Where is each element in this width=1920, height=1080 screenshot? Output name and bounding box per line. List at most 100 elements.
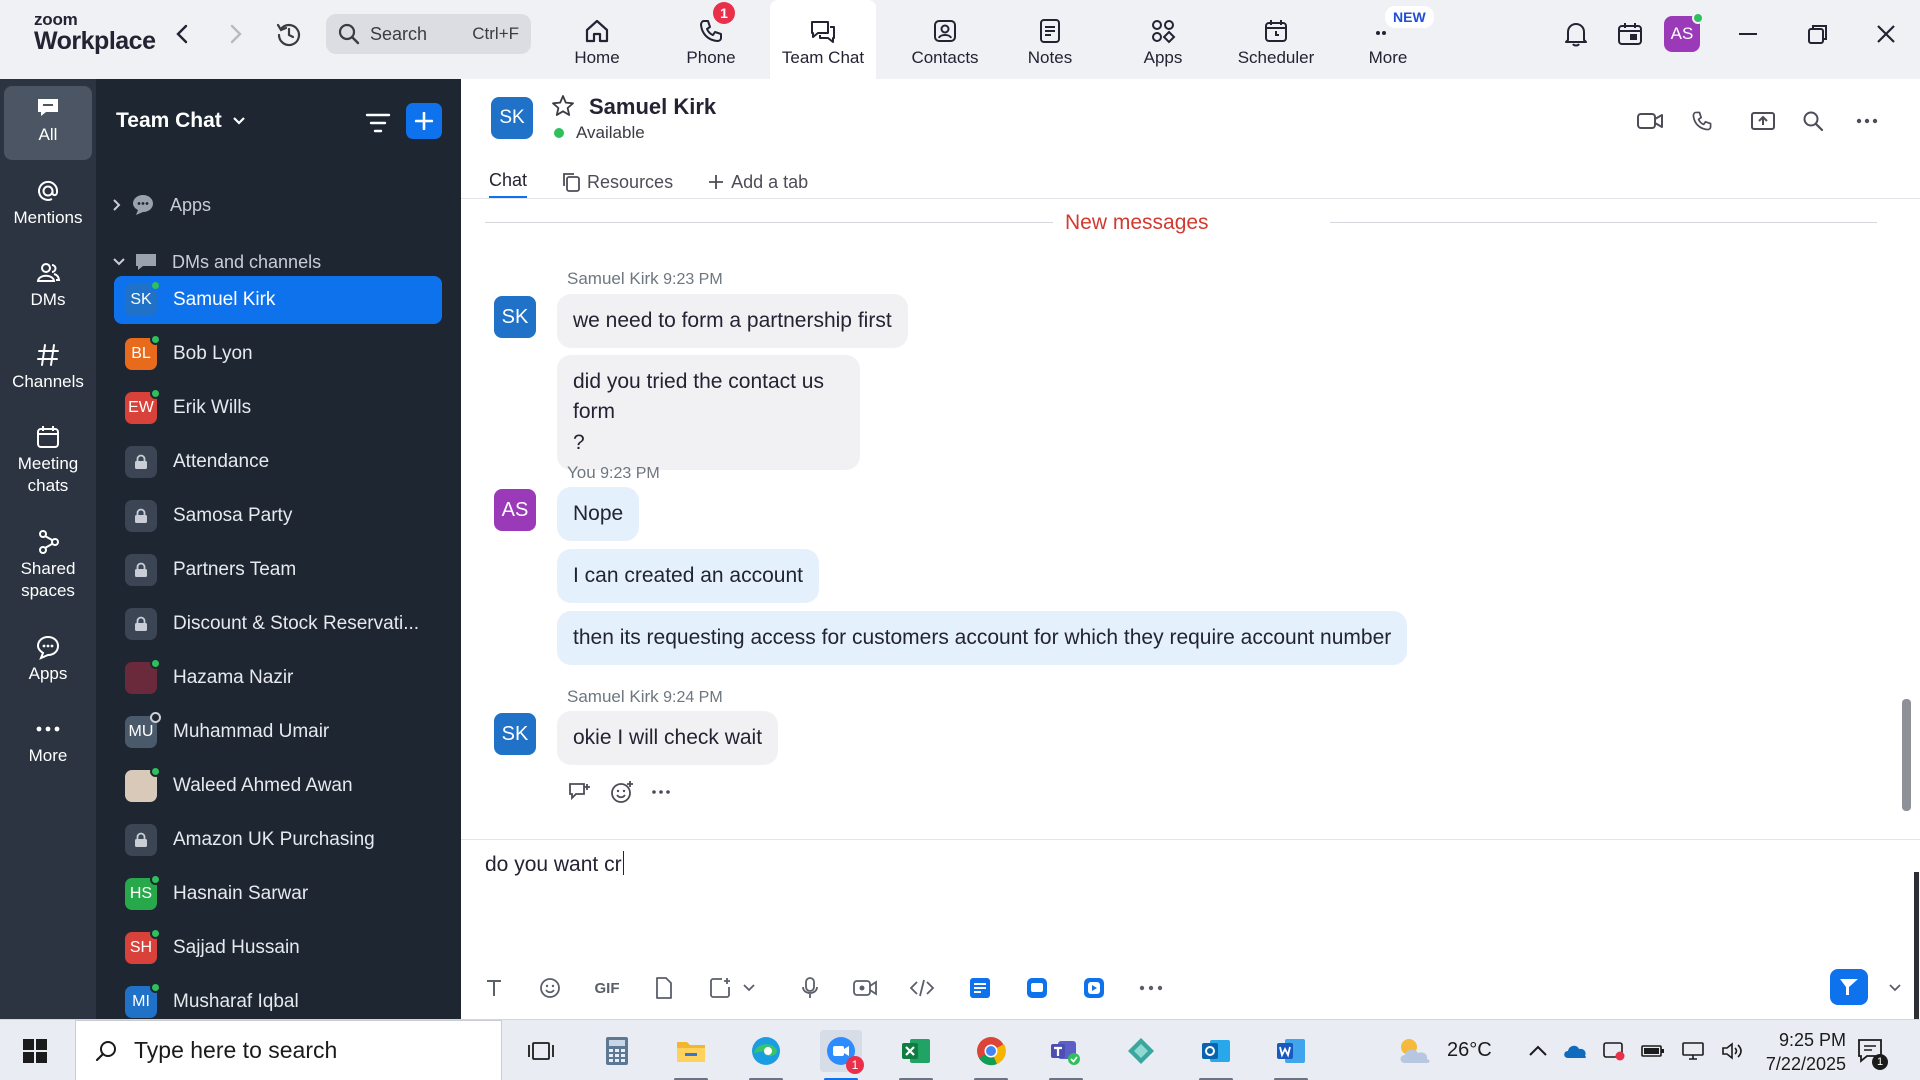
minimize-icon[interactable] xyxy=(1732,18,1764,50)
video-message-icon[interactable] xyxy=(849,972,881,1004)
add-chat-button[interactable] xyxy=(406,103,442,139)
sidebar-item-erik-wills[interactable]: EW Erik Wills xyxy=(114,384,442,432)
emoji-icon[interactable] xyxy=(534,972,566,1004)
screen-record-icon[interactable] xyxy=(1602,1040,1626,1062)
zoom-app-icon[interactable]: 1 xyxy=(820,1030,864,1080)
reply-icon[interactable] xyxy=(567,780,593,804)
screenshot-icon[interactable] xyxy=(704,972,736,1004)
message-bubble[interactable]: okie I will check wait xyxy=(557,711,779,766)
task-view-icon[interactable] xyxy=(520,1030,562,1072)
rail-item-meeting-chats[interactable]: Meeting chats xyxy=(4,421,92,497)
network-icon[interactable] xyxy=(1680,1041,1706,1061)
sidebar-item-attendance[interactable]: Attendance xyxy=(114,438,442,486)
section-apps[interactable]: Apps xyxy=(112,190,211,220)
sidebar-item-bob-lyon[interactable]: BL Bob Lyon xyxy=(114,330,442,378)
rail-item-apps[interactable]: Apps xyxy=(4,631,92,685)
windows-start-icon[interactable] xyxy=(14,1030,56,1072)
sidebar-item-samosa-party[interactable]: Samosa Party xyxy=(114,492,442,540)
tab-notes[interactable]: Notes xyxy=(1020,0,1080,79)
sidebar-item-amazon-uk-purchasing[interactable]: Amazon UK Purchasing xyxy=(114,816,442,864)
notification-center-icon[interactable]: 1 xyxy=(1850,1030,1892,1072)
chevron-up-icon[interactable] xyxy=(1528,1045,1548,1057)
message-bubble[interactable]: Nope xyxy=(557,487,640,542)
text-format-icon[interactable] xyxy=(478,972,510,1004)
forward-arrow-icon[interactable] xyxy=(220,18,252,50)
tab-add-a-tab[interactable]: Add a tab xyxy=(707,165,808,199)
restore-icon[interactable] xyxy=(1802,18,1834,50)
composer-scrollbar[interactable] xyxy=(1914,872,1919,1019)
file-icon[interactable] xyxy=(648,972,680,1004)
share-screen-icon[interactable] xyxy=(1747,105,1779,137)
rail-item-shared-spaces[interactable]: Shared spaces xyxy=(4,526,92,602)
code-snippet-icon[interactable] xyxy=(906,972,938,1004)
more-actions-icon[interactable] xyxy=(651,789,671,795)
bell-icon[interactable] xyxy=(1560,18,1592,50)
tab-apps[interactable]: Apps xyxy=(1138,0,1188,79)
chevron-down-icon[interactable] xyxy=(733,972,765,1004)
user-avatar[interactable]: AS xyxy=(1664,12,1704,52)
tab-scheduler[interactable]: Scheduler xyxy=(1232,0,1320,79)
notes-app-icon[interactable] xyxy=(964,972,996,1004)
global-search[interactable]: Search Ctrl+F xyxy=(326,14,531,54)
calculator-icon[interactable] xyxy=(596,1030,638,1072)
onedrive-icon[interactable] xyxy=(1562,1042,1588,1060)
sidebar-item-muhammad-umair[interactable]: MU Muhammad Umair xyxy=(114,708,442,756)
tab-contacts[interactable]: Contacts xyxy=(895,0,995,79)
close-icon[interactable] xyxy=(1870,18,1902,50)
sidebar-item-discount-stock-reservati[interactable]: Discount & Stock Reservati... xyxy=(114,600,442,648)
contact-avatar[interactable]: SK xyxy=(491,97,533,139)
rail-item-mentions[interactable]: Mentions xyxy=(4,175,92,229)
outlook-icon[interactable] xyxy=(1195,1030,1237,1080)
sidebar-item-sajjad-hussain[interactable]: SH Sajjad Hussain xyxy=(114,924,442,972)
excel-icon[interactable] xyxy=(895,1030,937,1080)
weather-widget[interactable]: 26°C xyxy=(1395,1020,1492,1080)
message-bubble[interactable]: then its requesting access for customers… xyxy=(557,611,1408,666)
message-bubble[interactable]: we need to form a partnership first xyxy=(557,294,908,349)
rail-item-more[interactable]: More xyxy=(4,713,92,767)
teams-icon[interactable] xyxy=(1045,1030,1087,1080)
sidebar-item-hazama-nazir[interactable]: Hazama Nazir xyxy=(114,654,442,702)
sidebar-item-waleed-ahmed-awan[interactable]: Waleed Ahmed Awan xyxy=(114,762,442,810)
sidebar-title[interactable]: Team Chat xyxy=(116,109,246,133)
tab-team-chat[interactable]: Team Chat xyxy=(770,0,876,79)
phone-call-icon[interactable] xyxy=(1686,105,1718,137)
filter-icon[interactable] xyxy=(362,107,394,139)
sender-avatar[interactable]: SK xyxy=(494,296,536,338)
edge-browser-icon[interactable] xyxy=(745,1030,787,1080)
send-button[interactable] xyxy=(1830,969,1868,1005)
gif-icon[interactable]: GIF xyxy=(591,972,623,1004)
tab-resources[interactable]: Resources xyxy=(561,165,673,199)
star-icon[interactable] xyxy=(551,94,575,123)
battery-icon[interactable] xyxy=(1640,1043,1666,1059)
message-scrollbar[interactable] xyxy=(1902,699,1911,811)
message-bubble[interactable]: did you tried the contact us form ? xyxy=(557,355,860,471)
calendar-icon[interactable] xyxy=(1614,18,1646,50)
word-icon[interactable] xyxy=(1270,1030,1312,1080)
taskbar-search[interactable]: Type here to search xyxy=(75,1020,502,1080)
sidebar-item-samuel-kirk[interactable]: SK Samuel Kirk xyxy=(114,276,442,324)
vpn-app-icon[interactable] xyxy=(1120,1030,1162,1072)
file-explorer-icon[interactable] xyxy=(670,1030,712,1080)
rail-item-channels[interactable]: Channels xyxy=(4,339,92,393)
contact-name[interactable]: Samuel Kirk xyxy=(589,94,716,120)
message-composer[interactable]: do you want cr xyxy=(485,851,624,877)
section-dms-and-channels[interactable]: DMs and channels xyxy=(112,247,321,277)
emoji-reaction-icon[interactable] xyxy=(609,779,635,805)
message-bubble[interactable]: I can created an account xyxy=(557,549,819,604)
tab-phone[interactable]: 1 Phone xyxy=(672,0,750,79)
rail-item-all[interactable]: All xyxy=(4,86,92,160)
whiteboard-app-icon[interactable] xyxy=(1021,972,1053,1004)
more-options-icon[interactable] xyxy=(1851,105,1883,137)
chrome-icon[interactable] xyxy=(970,1030,1012,1080)
tab-home[interactable]: Home xyxy=(560,0,634,79)
history-icon[interactable] xyxy=(273,18,305,50)
sidebar-item-hasnain-sarwar[interactable]: HS Hasnain Sarwar xyxy=(114,870,442,918)
video-call-icon[interactable] xyxy=(1634,105,1666,137)
search-icon[interactable] xyxy=(1797,105,1829,137)
back-arrow-icon[interactable] xyxy=(166,18,198,50)
sidebar-item-partners-team[interactable]: Partners Team xyxy=(114,546,442,594)
sender-avatar[interactable]: AS xyxy=(494,489,536,531)
taskbar-clock[interactable]: 9:25 PM 7/22/2025 xyxy=(1740,1028,1846,1077)
rail-item-dms[interactable]: DMs xyxy=(4,257,92,311)
more-tools-icon[interactable] xyxy=(1135,972,1167,1004)
